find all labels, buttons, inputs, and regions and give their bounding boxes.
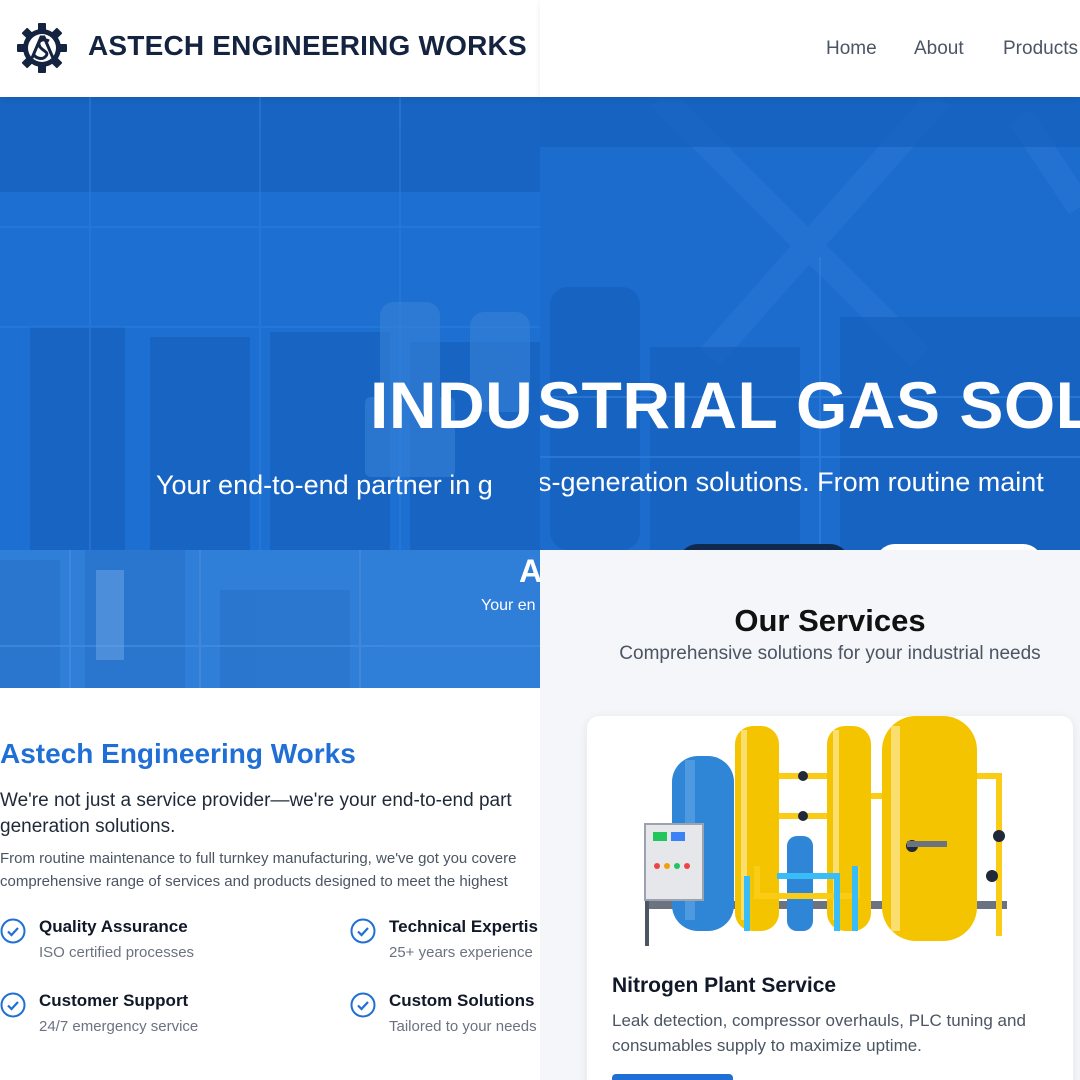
hero-subtitle-part: Your end-to-end partner in g xyxy=(156,470,493,500)
about-hero-title: A xyxy=(519,553,540,589)
feature-title: Quality Assurance xyxy=(39,917,188,936)
nav-products-link[interactable]: Products xyxy=(1003,38,1078,60)
hero-section-left: INDU Your end-to-end partner in g xyxy=(0,97,540,550)
about-title: Astech Engineering Works xyxy=(0,738,356,769)
about-body-text: From routine maintenance to full turnkey… xyxy=(0,850,517,890)
feature-description: 25+ years experience xyxy=(389,944,533,961)
services-title: Our Services xyxy=(734,603,926,638)
hero-subtitle-part: s-generation solutions. From routine mai… xyxy=(540,467,1044,497)
main-nav: Home About Products xyxy=(540,0,1080,97)
about-hero-banner: A Your en xyxy=(0,550,540,688)
hero-title-part: STRIAL GAS SOL xyxy=(540,368,1080,442)
about-lead-text: We're not just a service provider—we're … xyxy=(0,790,512,837)
about-section: Astech Engineering Works We're not just … xyxy=(0,688,553,1080)
hero-title-part: INDU xyxy=(370,368,534,442)
service-card-title: Nitrogen Plant Service xyxy=(612,974,837,997)
check-circle-icon xyxy=(0,918,26,944)
feature-title: Customer Support xyxy=(39,991,189,1010)
service-card-description: Leak detection, compressor overhauls, PL… xyxy=(612,1011,1026,1055)
brand-name[interactable]: ASTECH ENGINEERING WORKS xyxy=(88,30,527,62)
about-hero-subtitle: Your en xyxy=(481,597,536,614)
feature-title: Custom Solutions xyxy=(389,991,535,1010)
hero-section-right: STRIAL GAS SOL s-generation solutions. F… xyxy=(540,97,1080,550)
feature-description: Tailored to your needs xyxy=(389,1018,537,1035)
feature-description: 24/7 emergency service xyxy=(39,1018,199,1035)
feature-title: Technical Expertis xyxy=(389,917,538,936)
services-subtitle: Comprehensive solutions for your industr… xyxy=(619,643,1041,664)
services-section: Our Services Comprehensive solutions for… xyxy=(540,550,1080,1080)
nav-about-link[interactable]: About xyxy=(914,38,964,60)
about-hero-background-image xyxy=(0,550,540,688)
check-circle-icon xyxy=(0,992,26,1018)
service-card[interactable]: Nitrogen Plant Service Leak detection, c… xyxy=(587,716,1073,1080)
site-header: ASTECH ENGINEERING WORKS xyxy=(0,0,540,97)
service-card-button[interactable] xyxy=(612,1074,733,1080)
check-circle-icon xyxy=(350,918,376,944)
feature-description: ISO certified processes xyxy=(39,944,195,961)
nav-home-link[interactable]: Home xyxy=(826,38,877,60)
nitrogen-plant-image xyxy=(627,716,1027,950)
gear-logo-icon[interactable] xyxy=(16,22,68,74)
check-circle-icon xyxy=(350,992,376,1018)
